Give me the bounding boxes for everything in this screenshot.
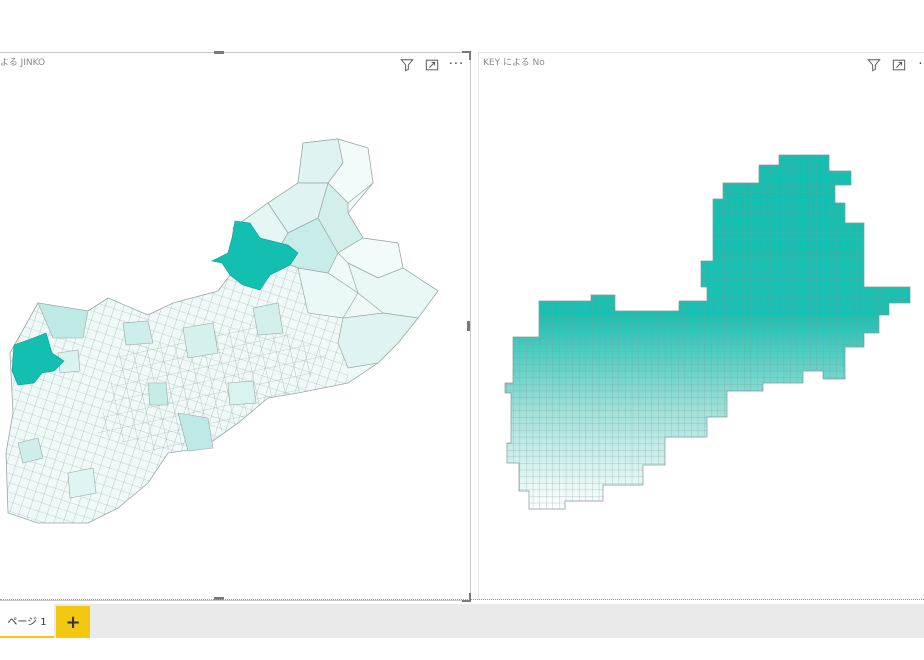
add-page-button[interactable]: + <box>56 606 90 638</box>
mesh-grid-map-visual[interactable]: KEY による No ·· <box>478 52 924 600</box>
page-tab-1[interactable]: ページ 1 <box>0 604 54 638</box>
status-area <box>0 638 924 660</box>
municipality-map[interactable] <box>0 53 470 600</box>
mesh-grid-cells <box>504 154 911 510</box>
resize-handle-right[interactable] <box>467 321 470 331</box>
page-tab-bar: ページ 1 + <box>0 604 924 638</box>
choropleth-map-visual[interactable]: よる JINKO ··· <box>0 51 471 602</box>
resize-corner-top-right[interactable] <box>462 51 471 60</box>
resize-corner-bottom-right[interactable] <box>462 593 471 602</box>
canvas-boundary <box>0 599 924 600</box>
report-canvas: よる JINKO ··· KEY による No · <box>0 0 924 602</box>
resize-handle-top[interactable] <box>214 51 224 54</box>
mesh-grid-map[interactable] <box>479 53 924 600</box>
